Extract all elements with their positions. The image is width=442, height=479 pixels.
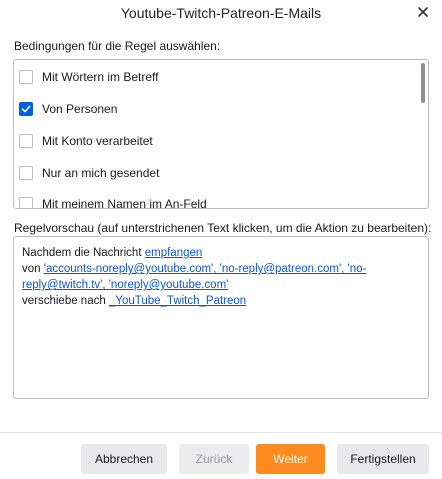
preview-line-senders: von 'accounts-noreply@youtube.com', 'no-…	[22, 261, 420, 277]
preview-line-senders-cont: reply@twitch.tv', 'noreply@youtube.com'	[22, 277, 420, 293]
checkmark-icon	[21, 105, 31, 113]
preview-line-received: Nachdem die Nachricht empfangen	[22, 245, 420, 261]
rule-preview: Nachdem die Nachricht empfangen von 'acc…	[13, 236, 429, 399]
checkbox[interactable]	[19, 134, 33, 148]
window-title: Youtube-Twitch-Patreon-E-Mails	[120, 5, 322, 21]
preview-text: von	[22, 263, 44, 275]
close-icon	[418, 7, 428, 17]
condition-subject-words[interactable]: Mit Wörtern im Betreff	[14, 61, 412, 93]
checkbox[interactable]	[19, 70, 33, 84]
conditions-list[interactable]: Mit Wörtern im Betreff Von Personen Mit …	[13, 59, 429, 209]
condition-name-in-to[interactable]: Mit meinem Namen im An-Feld	[14, 188, 412, 209]
checkbox[interactable]	[19, 197, 33, 208]
conditions-label: Bedingungen für die Regel auswählen:	[14, 39, 221, 53]
checkbox-checked[interactable]	[19, 102, 33, 116]
scroll-thumb[interactable]	[421, 63, 425, 103]
preview-text: verschiebe nach	[22, 295, 109, 307]
senders-link-cont[interactable]: reply@twitch.tv', 'noreply@youtube.com'	[22, 279, 228, 291]
preview-label: Regelvorschau (auf unterstrichenen Text …	[14, 221, 432, 235]
condition-label: Mit Wörtern im Betreff	[42, 70, 159, 84]
condition-account[interactable]: Mit Konto verarbeitet	[14, 125, 412, 157]
preview-line-move: verschiebe nach _YouTube_Twitch_Patreon	[22, 293, 420, 309]
checkbox[interactable]	[19, 166, 33, 180]
finish-button[interactable]: Fertigstellen	[337, 444, 429, 474]
condition-sent-to-me[interactable]: Nur an mich gesendet	[14, 157, 412, 189]
preview-text: Nachdem die Nachricht	[22, 247, 145, 259]
condition-label: Von Personen	[42, 102, 118, 116]
back-button[interactable]: Zurück	[179, 444, 249, 474]
footer-divider	[0, 432, 442, 433]
condition-from-people[interactable]: Von Personen	[14, 93, 412, 125]
close-button[interactable]	[412, 2, 434, 22]
title-bar: Youtube-Twitch-Patreon-E-Mails	[0, 0, 442, 26]
condition-label: Nur an mich gesendet	[42, 166, 160, 180]
senders-link[interactable]: 'accounts-noreply@youtube.com', 'no-repl…	[44, 263, 367, 275]
conditions-scrollbar[interactable]	[419, 61, 427, 208]
cancel-button[interactable]: Abbrechen	[81, 444, 167, 474]
next-button[interactable]: Weiter	[256, 444, 325, 474]
condition-label: Mit meinem Namen im An-Feld	[42, 197, 207, 209]
condition-label: Mit Konto verarbeitet	[42, 134, 153, 148]
received-link[interactable]: empfangen	[145, 247, 203, 259]
folder-link[interactable]: _YouTube_Twitch_Patreon	[109, 295, 246, 307]
